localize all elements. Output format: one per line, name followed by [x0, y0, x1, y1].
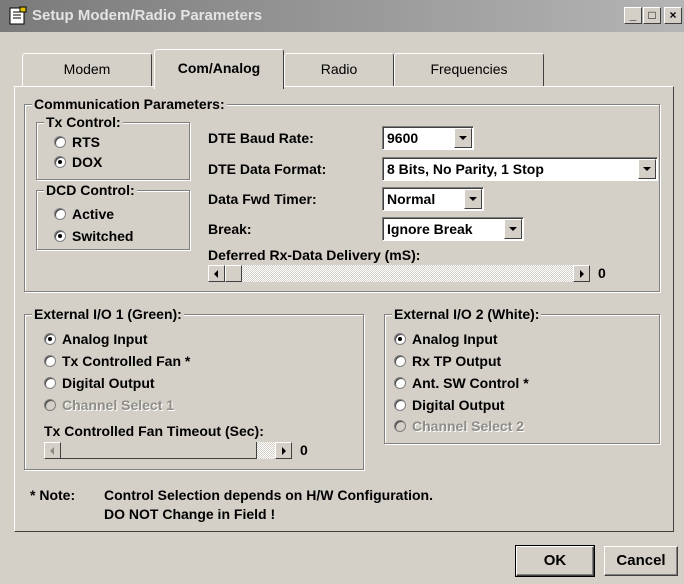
fan-timeout-label: Tx Controlled Fan Timeout (Sec): [44, 423, 264, 439]
radio-circle-icon [44, 399, 56, 411]
communication-parameters-title: Communication Parameters: [32, 96, 227, 112]
tx-control-group [36, 122, 190, 180]
radio-circle-icon [394, 377, 406, 389]
note-line-2: DO NOT Change in Field ! [104, 506, 276, 522]
radio-label: Analog Input [62, 331, 148, 347]
radio-checked-icon [394, 333, 406, 345]
tab-modem[interactable]: Modem [22, 53, 152, 86]
window-title: Setup Modem/Radio Parameters [32, 7, 263, 24]
maximize-button[interactable]: □ [643, 7, 661, 24]
scroll-left-icon[interactable] [44, 442, 61, 459]
tab-frequencies[interactable]: Frequencies [394, 53, 544, 86]
radio-circle-icon [394, 420, 406, 432]
ok-button[interactable]: OK [515, 545, 595, 577]
chevron-down-icon[interactable] [504, 219, 522, 239]
radio-label: Active [72, 206, 115, 222]
deferred-rx-value: 0 [598, 265, 606, 281]
title-bar: Setup Modem/Radio Parameters _ □ × [0, 0, 684, 32]
dte-baud-rate-label: DTE Baud Rate: [208, 130, 314, 146]
radio-label: Channel Select 1 [62, 397, 175, 413]
radio-label: Switched [72, 228, 134, 244]
radio-checked-icon [54, 156, 66, 168]
data-fwd-timer-label: Data Fwd Timer: [208, 191, 317, 207]
deferred-rx-scrollbar[interactable] [208, 265, 590, 282]
tab-com-analog[interactable]: Com/Analog [154, 49, 284, 89]
radio-label: Ant. SW Control * [412, 375, 529, 391]
chevron-down-icon[interactable] [638, 159, 656, 179]
cancel-button[interactable]: Cancel [604, 546, 678, 576]
data-fwd-timer-dropdown[interactable]: Normal [382, 187, 484, 211]
data-format-dropdown[interactable]: 8 Bits, No Parity, 1 Stop [382, 157, 658, 181]
external-io-1-title: External I/O 1 (Green): [32, 306, 184, 322]
baud-rate-dropdown[interactable]: 9600 [382, 126, 474, 150]
radio-label: DOX [72, 154, 103, 170]
tab-label: Com/Analog [177, 60, 261, 76]
radio-label: Digital Output [412, 397, 505, 413]
radio-label: Digital Output [62, 375, 155, 391]
fan-timeout-value: 0 [300, 442, 308, 458]
chevron-down-icon[interactable] [454, 128, 472, 148]
external-io-2-title: External I/O 2 (White): [392, 306, 542, 322]
radio-label: Analog Input [412, 331, 498, 347]
break-dropdown[interactable]: Ignore Break [382, 217, 524, 241]
radio-label: Rx TP Output [412, 353, 502, 369]
scroll-left-icon[interactable] [208, 265, 225, 282]
chevron-down-icon[interactable] [464, 189, 482, 209]
note-line-1: Control Selection depends on H/W Configu… [104, 487, 433, 503]
scroll-thumb[interactable] [225, 265, 242, 282]
radio-circle-icon [44, 377, 56, 389]
scroll-right-icon[interactable] [275, 442, 292, 459]
radio-circle-icon [394, 399, 406, 411]
tab-label: Radio [320, 61, 358, 77]
dropdown-value: 9600 [387, 130, 419, 146]
radio-circle-icon [54, 208, 66, 220]
close-button[interactable]: × [664, 7, 682, 24]
tab-label: Modem [63, 61, 111, 77]
scroll-thumb[interactable] [61, 442, 257, 459]
note-prefix: * Note: [30, 487, 76, 503]
dropdown-value: Normal [387, 191, 436, 207]
radio-label: Channel Select 2 [412, 418, 525, 434]
dropdown-value: Ignore Break [387, 221, 473, 237]
deferred-rx-label: Deferred Rx-Data Delivery (mS): [208, 247, 421, 263]
dte-data-format-label: DTE Data Format: [208, 161, 327, 177]
dropdown-value: 8 Bits, No Parity, 1 Stop [387, 161, 544, 177]
radio-checked-icon [44, 333, 56, 345]
break-label: Break: [208, 221, 252, 237]
radio-label: Tx Controlled Fan * [62, 353, 191, 369]
minimize-button[interactable]: _ [624, 7, 642, 24]
radio-circle-icon [54, 136, 66, 148]
scroll-right-icon[interactable] [573, 265, 590, 282]
radio-label: RTS [72, 134, 100, 150]
tab-radio[interactable]: Radio [284, 53, 394, 86]
dcd-control-title: DCD Control: [44, 182, 137, 198]
radio-circle-icon [44, 355, 56, 367]
app-icon [9, 6, 27, 25]
tx-control-title: Tx Control: [44, 114, 123, 130]
tab-label: Frequencies [430, 61, 508, 77]
radio-circle-icon [394, 355, 406, 367]
fan-timeout-scrollbar[interactable] [44, 442, 292, 459]
radio-checked-icon [54, 230, 66, 242]
